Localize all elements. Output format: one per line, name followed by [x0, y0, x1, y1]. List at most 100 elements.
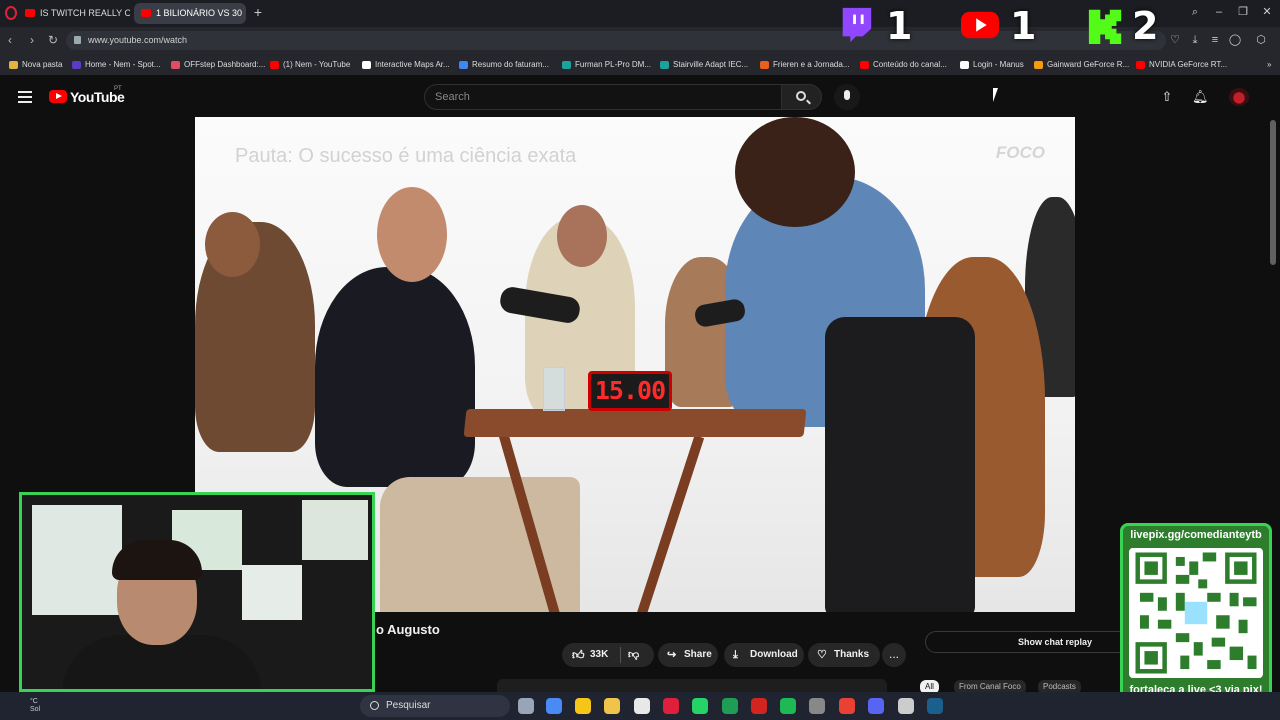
bookmark-item[interactable]: Frieren e a Jornada...	[760, 58, 849, 72]
bookmark-item[interactable]: (1) Nem - YouTube	[270, 58, 350, 72]
kick-score: 2	[1132, 4, 1159, 48]
water-glass	[543, 367, 565, 411]
bookmarks-overflow-icon[interactable]: »	[1254, 58, 1271, 72]
profile-icon[interactable]: ◯	[1226, 32, 1244, 48]
whatsapp-icon[interactable]	[692, 698, 708, 714]
tab-label: 1 BILIONÁRIO VS 30	[156, 8, 243, 18]
hamburger-menu-icon[interactable]	[18, 91, 32, 103]
stats-icon[interactable]	[575, 698, 591, 714]
channel-title[interactable]: o Augusto	[376, 622, 440, 637]
kick-icon	[1088, 9, 1122, 44]
obs-icon[interactable]	[809, 698, 825, 714]
notifications-bell-icon[interactable]: 🔔︎	[1192, 89, 1209, 105]
youtube-logo-icon[interactable]	[49, 90, 67, 103]
bookmark-item[interactable]: Stairville Adapt IEC...	[660, 58, 748, 72]
video-watermark: FOCO	[995, 143, 1045, 162]
reload-button[interactable]: ↻	[45, 32, 61, 48]
url-text: www.youtube.com/watch	[88, 35, 188, 45]
youtube-header: YouTube PT Search ⇧ 🔔︎	[0, 77, 1280, 117]
woman-hair	[735, 117, 855, 227]
webcam-background	[302, 500, 368, 560]
chrome-icon[interactable]	[546, 698, 562, 714]
forward-button[interactable]: ›	[24, 32, 40, 48]
bookmark-label: Stairville Adapt IEC...	[673, 60, 749, 69]
maximize-button[interactable]: ❐	[1234, 4, 1252, 20]
tab-bilionario[interactable]: 1 BILIONÁRIO VS 30	[134, 3, 246, 24]
close-button[interactable]: ✕	[1258, 4, 1276, 20]
menu-icon[interactable]: ≡	[1206, 32, 1224, 48]
description-box[interactable]	[497, 679, 887, 693]
table-leg	[635, 435, 705, 612]
minimize-button[interactable]: –	[1210, 4, 1228, 20]
steam-icon[interactable]	[927, 698, 943, 714]
browser-icon[interactable]	[722, 698, 738, 714]
bookmark-item[interactable]: Interactive Maps Ar...	[362, 58, 450, 72]
download-button[interactable]: ⤓ Download	[724, 643, 804, 667]
voice-search-mic-icon[interactable]	[834, 84, 860, 110]
new-tab-button[interactable]: +	[250, 4, 266, 20]
thanks-icon: ♡	[817, 649, 827, 661]
lock-icon	[74, 36, 81, 44]
task-view-icon[interactable]	[518, 698, 534, 714]
thanks-button[interactable]: ♡ Thanks	[808, 643, 880, 667]
weather-temp: °C	[30, 698, 38, 705]
weather-widget[interactable]: °C Sol	[30, 698, 40, 714]
more-actions-button[interactable]: ...	[882, 643, 906, 667]
extensions-icon[interactable]: ⬡	[1252, 32, 1270, 48]
tab-label: IS TWITCH REALLY OVER	[40, 8, 130, 18]
file-explorer-icon[interactable]	[604, 698, 620, 714]
tab-twitch-over[interactable]: IS TWITCH REALLY OVER	[18, 3, 130, 24]
app-icon[interactable]	[898, 698, 914, 714]
chrome-icon-2[interactable]	[839, 698, 855, 714]
bookmark-item[interactable]: Furman PL-Pro DM...	[562, 58, 651, 72]
bookmark-item[interactable]: Login - Manus	[960, 58, 1024, 72]
opera-logo-icon[interactable]	[5, 6, 17, 20]
back-button[interactable]: ‹	[2, 32, 18, 48]
bookmark-label: Frieren e a Jornada...	[773, 60, 850, 69]
youtube-icon	[961, 11, 999, 39]
taskbar-search-placeholder: Pesquisar	[386, 700, 431, 711]
youtube-score: 1	[1010, 4, 1037, 48]
bookmark-item[interactable]: Nova pasta	[9, 58, 62, 72]
dislike-icon[interactable]: 👎︎	[628, 643, 639, 667]
taskbar-search-input[interactable]: Pesquisar	[360, 695, 510, 717]
bookmark-label: Login - Manus	[973, 60, 1024, 69]
countdown-timer: 15.00	[588, 371, 672, 411]
video-caption: Pauta: O sucesso é uma ciência exata	[235, 145, 577, 167]
capcut-icon[interactable]	[634, 698, 650, 714]
search-placeholder: Search	[435, 91, 470, 103]
bookmark-label: Conteúdo do canal...	[873, 60, 947, 69]
bookmark-item[interactable]: OFFstep Dashboard:...	[171, 58, 265, 72]
streamer-webcam	[19, 492, 375, 692]
bookmark-favicon-icon	[960, 61, 969, 69]
like-count: 33K	[590, 649, 609, 660]
youtube-favicon-icon	[25, 9, 35, 17]
download-icon[interactable]: ⤓	[1186, 32, 1204, 48]
share-button[interactable]: ↪ Share	[658, 643, 718, 667]
search-button[interactable]	[782, 84, 822, 110]
bookmark-label: OFFstep Dashboard:...	[184, 60, 266, 69]
upload-icon[interactable]: ⇧	[1159, 89, 1175, 105]
avatar[interactable]	[1229, 88, 1249, 106]
opera-icon[interactable]	[663, 698, 679, 714]
search-input[interactable]: Search	[424, 84, 782, 110]
bookmark-item[interactable]: Home - Nem - Spot...	[72, 58, 161, 72]
bookmark-favicon-icon	[72, 61, 81, 69]
page-scrollbar[interactable]	[1270, 120, 1276, 265]
spotify-icon[interactable]	[780, 698, 796, 714]
bookmark-item[interactable]: Resumo do faturam...	[459, 58, 549, 72]
like-dislike-group[interactable]: 👍︎ 33K 👎︎	[562, 643, 654, 667]
search-tabs-icon[interactable]: ⌕	[1186, 4, 1204, 20]
bookmark-item[interactable]: Gainward GeForce R...	[1034, 58, 1129, 72]
bookmark-favicon-icon	[362, 61, 371, 69]
thanks-label: Thanks	[834, 649, 870, 660]
bookmark-favicon-icon	[562, 61, 571, 69]
like-icon[interactable]: 👍︎	[572, 648, 585, 662]
audience-head	[557, 205, 607, 267]
country-code: PT	[114, 86, 122, 92]
acrobat-icon[interactable]	[751, 698, 767, 714]
platform-scoreboard: 1 1 2	[830, 0, 1170, 54]
discord-icon[interactable]	[868, 698, 884, 714]
bookmark-item[interactable]: NVIDIA GeForce RT...	[1136, 58, 1227, 72]
bookmark-item[interactable]: Conteúdo do canal...	[860, 58, 947, 72]
